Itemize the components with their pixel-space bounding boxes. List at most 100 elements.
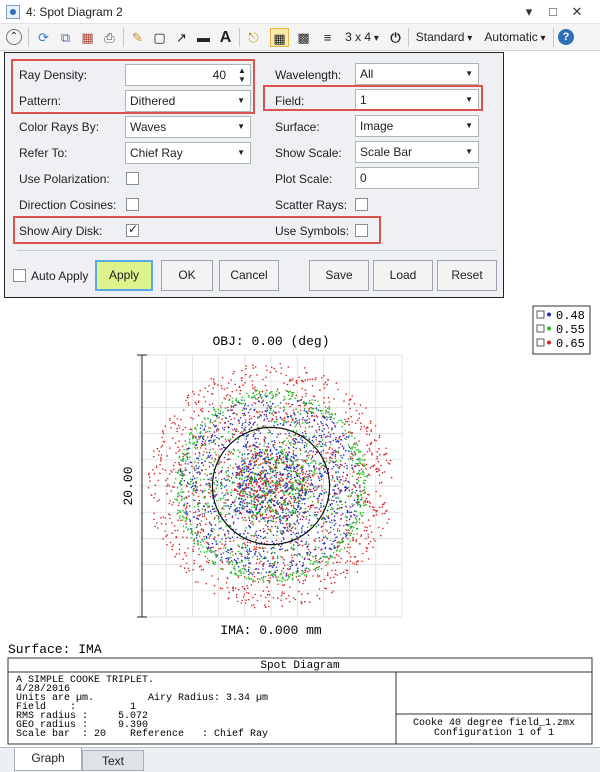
spot-ray-0.55: [338, 438, 340, 440]
spot-ray-0.65: [153, 497, 155, 499]
layers-icon[interactable]: ≡: [318, 28, 337, 47]
spot-ray-0.48: [201, 442, 203, 445]
spot-ray-0.65: [162, 468, 164, 470]
spot-ray-0.55: [212, 561, 215, 564]
pencil-icon[interactable]: ✎: [128, 28, 147, 47]
use-polarization-checkbox[interactable]: [126, 172, 139, 185]
power-icon[interactable]: ⏻: [386, 28, 405, 47]
line-icon[interactable]: ↗: [172, 28, 191, 47]
lock-icon[interactable]: ⎋: [244, 28, 263, 47]
grid-view-icon[interactable]: ▦: [270, 28, 289, 47]
spot-ray-0.48: [235, 528, 237, 531]
spot-ray-0.55: [220, 481, 223, 483]
load-button[interactable]: Load: [373, 260, 433, 291]
spot-ray-0.55: [240, 490, 243, 492]
spot-ray-0.48: [262, 404, 265, 406]
spot-ray-0.48: [241, 467, 244, 469]
spot-ray-0.48: [307, 522, 310, 524]
save-button[interactable]: Save: [309, 260, 369, 291]
spot-ray-0.48: [181, 472, 183, 475]
spot-ray-0.65: [314, 569, 317, 572]
print-icon[interactable]: ⎙: [100, 28, 119, 47]
close-icon[interactable]: ✕: [568, 3, 586, 21]
collapse-settings-icon[interactable]: ⌃: [6, 29, 22, 45]
copy-icon[interactable]: ⧉: [56, 28, 75, 47]
spot-ray-0.65: [232, 372, 235, 375]
spot-ray-0.65: [366, 547, 369, 550]
window-icon[interactable]: ▩: [294, 28, 313, 47]
color-rays-by-select[interactable]: Waves: [125, 116, 251, 138]
help-icon[interactable]: ?: [558, 29, 574, 45]
spot-ray-0.48: [333, 524, 336, 527]
spot-ray-0.65: [268, 505, 270, 508]
spot-ray-0.65: [288, 434, 290, 437]
spot-ray-0.65: [258, 410, 261, 413]
spot-ray-0.48: [209, 419, 212, 421]
spot-ray-0.55: [325, 515, 328, 517]
spot-ray-0.65: [199, 524, 202, 526]
spot-ray-0.65: [261, 425, 264, 428]
spot-ray-0.55: [275, 395, 277, 397]
text-icon[interactable]: A: [216, 28, 235, 47]
standard-dropdown[interactable]: Standard: [412, 28, 476, 47]
pin-icon[interactable]: ▾: [520, 3, 538, 21]
spot-ray-0.65: [193, 511, 195, 514]
spot-ray-0.55: [262, 577, 265, 579]
tab-graph[interactable]: Graph: [14, 748, 82, 771]
tab-text[interactable]: Text: [82, 750, 144, 771]
spot-ray-0.48: [248, 573, 250, 576]
spot-ray-0.48: [272, 518, 275, 520]
automatic-dropdown[interactable]: Automatic: [480, 28, 550, 47]
wavelength-select[interactable]: All: [355, 63, 479, 85]
spot-ray-0.65: [343, 480, 345, 482]
spot-ray-0.55: [193, 466, 196, 468]
spot-ray-0.55: [304, 451, 306, 453]
spot-ray-0.48: [248, 557, 250, 560]
cancel-button[interactable]: Cancel: [219, 260, 279, 291]
surface-select[interactable]: Image: [355, 115, 479, 137]
spot-ray-0.48: [342, 537, 344, 539]
reset-button[interactable]: Reset: [437, 260, 497, 291]
spot-ray-0.65: [315, 429, 317, 432]
spot-ray-0.65: [375, 467, 378, 470]
spot-ray-0.55: [339, 499, 342, 502]
spot-ray-0.65: [300, 600, 303, 603]
spot-ray-0.65: [341, 475, 344, 478]
scatter-rays-checkbox[interactable]: [355, 198, 368, 211]
spot-ray-0.55: [362, 492, 365, 495]
show-scale-select[interactable]: Scale Bar: [355, 141, 479, 163]
plot-scale-input[interactable]: 0: [355, 167, 479, 189]
spot-ray-0.65: [245, 365, 248, 367]
export-icon[interactable]: ▦: [78, 28, 97, 47]
spot-ray-0.55: [355, 462, 357, 465]
refer-to-select[interactable]: Chief Ray: [125, 142, 251, 164]
spot-ray-0.65: [179, 519, 182, 522]
spot-ray-0.65: [297, 538, 299, 541]
spot-ray-0.55: [218, 534, 220, 536]
spot-ray-0.48: [317, 531, 319, 534]
spot-ray-0.48: [329, 457, 331, 459]
spot-ray-0.55: [317, 501, 319, 504]
spot-ray-0.48: [224, 533, 226, 535]
auto-apply-checkbox[interactable]: [13, 269, 26, 282]
apply-button[interactable]: Apply: [95, 260, 153, 291]
spot-ray-0.48: [282, 410, 285, 412]
spot-ray-0.65: [253, 415, 256, 418]
layout-dropdown[interactable]: 3 x 4: [342, 28, 382, 47]
maximize-icon[interactable]: □: [544, 3, 562, 21]
spot-ray-0.65: [340, 572, 342, 575]
spot-ray-0.55: [351, 446, 353, 448]
spot-ray-0.55: [321, 439, 324, 441]
spot-ray-0.48: [299, 518, 302, 521]
thick-line-icon[interactable]: ▬: [194, 28, 213, 47]
spot-ray-0.55: [289, 500, 291, 503]
spot-ray-0.55: [283, 467, 286, 470]
spot-ray-0.55: [222, 529, 225, 531]
spot-ray-0.55: [194, 461, 196, 463]
direction-cosines-checkbox[interactable]: [126, 198, 139, 211]
spot-ray-0.55: [190, 480, 192, 483]
ok-button[interactable]: OK: [161, 260, 213, 291]
spot-ray-0.65: [241, 585, 244, 588]
rectangle-icon[interactable]: ▢: [150, 28, 169, 47]
refresh-icon[interactable]: ⟳: [34, 28, 53, 47]
